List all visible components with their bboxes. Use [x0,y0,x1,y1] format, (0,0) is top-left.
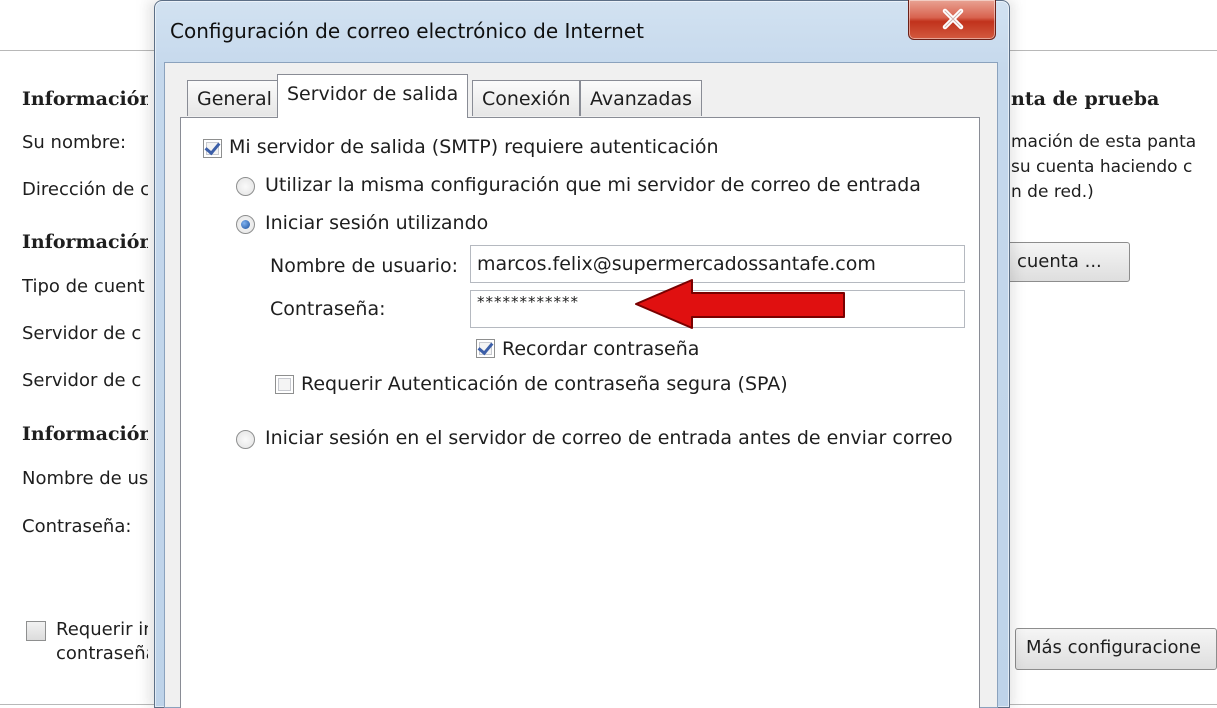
incoming-server-label: Servidor de c [22,323,142,344]
tab-connection[interactable]: Conexión [472,80,581,116]
heading-server-info: Información [22,231,148,253]
remember-password-label: Recordar contraseña [502,338,700,360]
require-spa-label-line2: contraseña [56,643,148,664]
heading-user-info: Información [22,88,148,110]
your-name-label: Su nombre: [22,132,127,153]
close-icon [942,8,964,30]
smtp-auth-checkbox[interactable] [203,139,222,158]
tab-advanced[interactable]: Avanzadas [580,80,703,116]
username-label: Nombre de usuario: [270,255,459,277]
account-type-label: Tipo de cuent [22,276,145,297]
test-description-line3: n de red.) [1011,182,1094,202]
username-label-bg: Nombre de us [22,468,148,489]
same-settings-label: Utilizar la misma configuración que mi s… [265,174,921,196]
tab-panel [180,117,980,708]
dialog-title: Configuración de correo electrónico de I… [170,19,644,43]
email-address-label: Dirección de c [22,179,148,200]
logon-using-label: Iniciar sesión utilizando [265,212,489,234]
red-arrow-annotation [635,279,845,329]
test-account-heading: nta de prueba [1011,88,1160,110]
test-description-line1: mación de esta panta [1011,132,1197,152]
outgoing-server-label: Servidor de c [22,370,142,391]
logon-using-radio[interactable] [236,215,255,234]
require-spa-checkbox-bg[interactable] [26,621,46,641]
same-settings-radio[interactable] [236,177,255,196]
require-spa-label-line1: Requerir in [56,619,148,640]
remember-password-checkbox[interactable] [476,339,495,358]
tab-outgoing-server[interactable]: Servidor de salida [277,74,469,118]
require-spa-label: Requerir Autenticación de contraseña seg… [301,373,788,395]
test-description-line2: su cuenta haciendo c [1011,157,1193,177]
password-label: Contraseña: [270,298,386,320]
password-label-bg: Contraseña: [22,516,132,537]
require-spa-checkbox[interactable] [275,375,294,394]
test-account-button[interactable]: cuenta ... [996,242,1130,282]
more-settings-button[interactable]: Más configuracione [1015,628,1217,670]
heading-logon-info: Información [22,423,148,445]
tab-general[interactable]: General [187,80,282,116]
logon-before-send-radio[interactable] [236,430,255,449]
logon-before-send-label: Iniciar sesión en el servidor de correo … [265,427,953,449]
smtp-auth-label: Mi servidor de salida (SMTP) requiere au… [229,136,719,158]
close-button[interactable] [908,0,996,40]
